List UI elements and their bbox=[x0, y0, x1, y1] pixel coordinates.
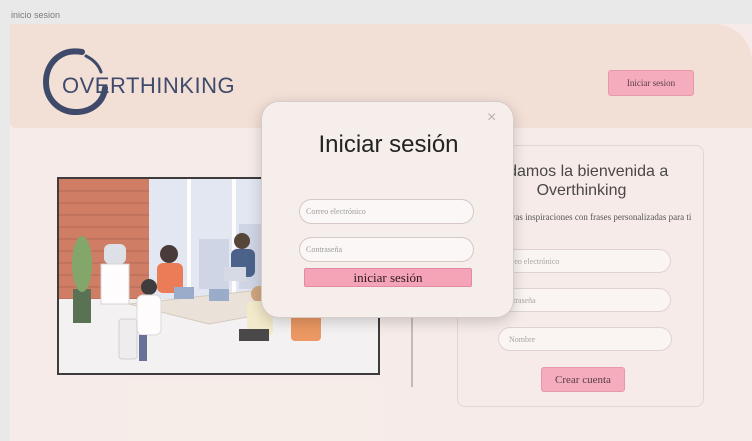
login-email-input[interactable]: Correo electrónico bbox=[299, 199, 474, 224]
page: OVERTHINKING Iniciar sesion e damos la b… bbox=[10, 24, 752, 441]
login-submit-button[interactable]: iniciar sesión bbox=[304, 268, 472, 287]
close-icon[interactable]: × bbox=[487, 110, 496, 126]
window-title: inicio sesion bbox=[11, 10, 61, 20]
login-modal: × Iniciar sesión Correo electrónico Cont… bbox=[261, 101, 514, 318]
login-password-input[interactable]: Contraseña bbox=[299, 237, 474, 262]
modal-title: Iniciar sesión bbox=[318, 131, 459, 158]
